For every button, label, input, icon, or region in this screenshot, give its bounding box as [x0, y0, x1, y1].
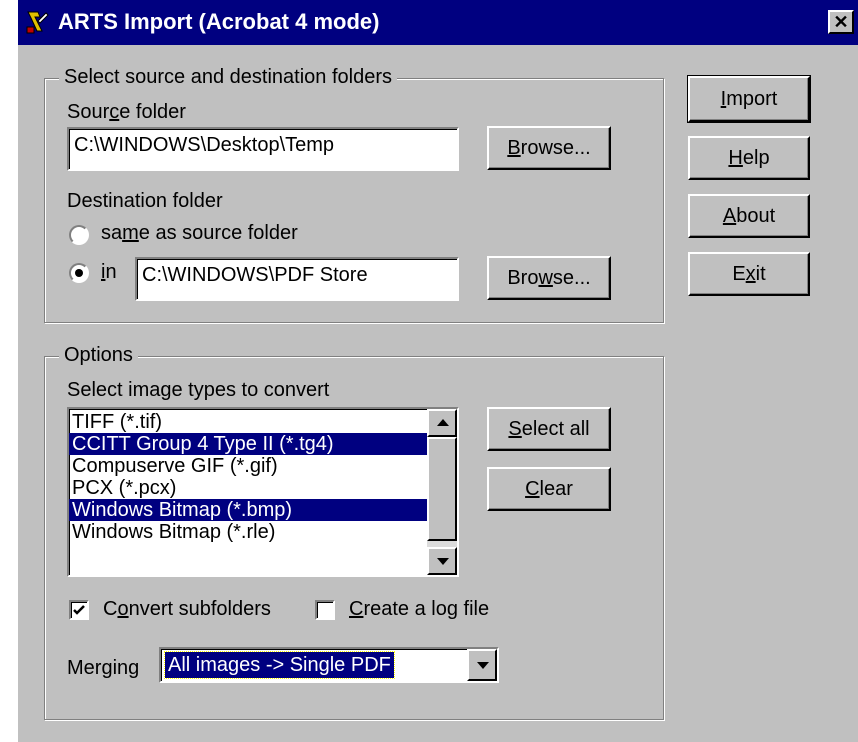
- in-folder-label[interactable]: in: [101, 261, 117, 284]
- help-button[interactable]: Help: [688, 136, 810, 180]
- destination-folder-input[interactable]: C:\WINDOWS\PDF Store: [135, 257, 459, 301]
- chevron-down-icon: [477, 662, 489, 669]
- exit-button[interactable]: Ex it: [688, 252, 810, 296]
- app-icon: [26, 11, 49, 34]
- options-group-legend: Options: [59, 344, 138, 367]
- source-folder-value: C:\WINDOWS\Desktop\Temp: [74, 134, 335, 156]
- merging-label: Merging: [67, 657, 140, 679]
- checkmark-icon: [73, 605, 85, 615]
- image-types-label: Select image types to convert: [67, 379, 330, 401]
- log-file-label[interactable]: Create a log file: [349, 598, 489, 621]
- listbox-scrollbar[interactable]: [427, 409, 457, 575]
- import-dialog: ARTS Import (Acrobat 4 mode) ✕ Select so…: [0, 0, 858, 742]
- log-file-checkbox[interactable]: [315, 600, 335, 620]
- image-types-listbox[interactable]: TIFF (*.tif) CCITT Group 4 Type II (*.tg4…: [67, 407, 459, 577]
- options-group: Options Select image types to convert TI…: [44, 344, 664, 720]
- radio-selected-dot: [75, 269, 83, 277]
- merging-dropdown-button[interactable]: [467, 649, 497, 681]
- desktop-strip: [0, 0, 18, 742]
- destination-folder-label: Destination folder: [67, 190, 223, 212]
- arrow-up-icon: [437, 419, 449, 426]
- image-type-item[interactable]: CCITT Group 4 Type II (*.tg4): [69, 433, 427, 455]
- image-type-item[interactable]: Windows Bitmap (*.bmp): [69, 499, 427, 521]
- convert-subfolders-label[interactable]: Convert subfolders: [103, 598, 271, 621]
- in-folder-radio[interactable]: [69, 263, 89, 283]
- merging-dropdown[interactable]: All images -> Single PDF: [159, 647, 499, 683]
- image-type-item[interactable]: TIFF (*.tif): [69, 411, 427, 433]
- about-button[interactable]: About: [688, 194, 810, 238]
- convert-subfolders-checkbox[interactable]: [69, 600, 89, 620]
- window-title: ARTS Import (Acrobat 4 mode): [58, 9, 380, 34]
- destination-folder-value: C:\WINDOWS\PDF Store: [142, 264, 368, 286]
- close-button[interactable]: ✕: [828, 10, 854, 34]
- same-as-source-label[interactable]: same as source folder: [101, 222, 298, 245]
- title-bar[interactable]: ARTS Import (Acrobat 4 mode) ✕: [18, 0, 858, 45]
- arrow-down-icon: [437, 558, 449, 565]
- source-folder-label: Source folder: [67, 101, 186, 123]
- image-types-items: TIFF (*.tif) CCITT Group 4 Type II (*.tg4…: [69, 411, 427, 543]
- clear-button[interactable]: Clear: [487, 467, 611, 511]
- browse-source-button[interactable]: Browse...: [487, 126, 611, 170]
- import-button[interactable]: Import: [687, 75, 811, 123]
- image-type-item[interactable]: PCX (*.pcx): [69, 477, 427, 499]
- scroll-thumb[interactable]: [427, 437, 457, 541]
- scroll-down-button[interactable]: [427, 547, 457, 575]
- close-icon: ✕: [833, 12, 849, 32]
- same-as-source-radio[interactable]: [69, 225, 89, 245]
- image-type-item[interactable]: Compuserve GIF (*.gif): [69, 455, 427, 477]
- source-folder-input[interactable]: C:\WINDOWS\Desktop\Temp: [67, 127, 459, 171]
- select-all-button[interactable]: Select all: [487, 407, 611, 451]
- scroll-up-button[interactable]: [427, 409, 457, 437]
- image-type-item[interactable]: Windows Bitmap (*.rle): [69, 521, 427, 543]
- folders-group: Select source and destination folders So…: [44, 66, 664, 323]
- folders-group-legend: Select source and destination folders: [59, 66, 397, 89]
- merging-value: All images -> Single PDF: [164, 651, 395, 679]
- browse-destination-button[interactable]: Bro w se...: [487, 256, 611, 300]
